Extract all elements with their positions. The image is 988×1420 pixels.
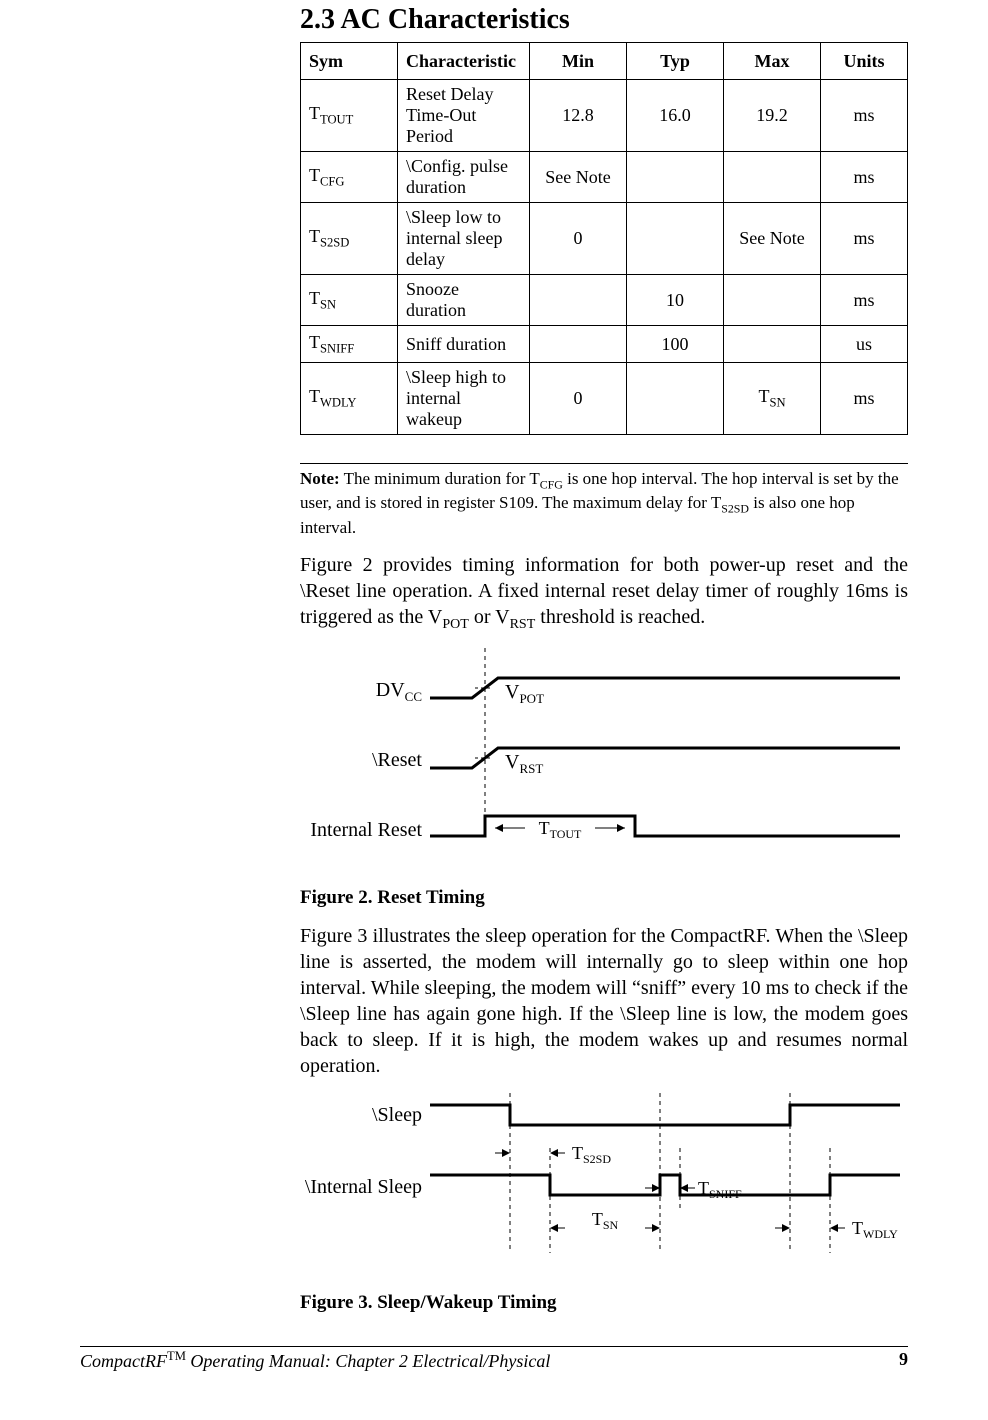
cell-min: [530, 326, 627, 363]
cell-min: 12.8: [530, 80, 627, 152]
figure-3-caption: Figure 3. Sleep/Wakeup Timing: [300, 1292, 908, 1314]
cell-sym: TSNIFF: [301, 326, 398, 363]
cell-typ: 100: [627, 326, 724, 363]
cell-typ: [627, 152, 724, 203]
footer-text: CompactRF: [80, 1351, 167, 1371]
cell-typ: [627, 363, 724, 435]
table-row: TSNIFFSniff duration 100 us: [301, 326, 908, 363]
col-max: Max: [724, 43, 821, 80]
cell-sym: TSN: [301, 275, 398, 326]
cell-sym: TCFG: [301, 152, 398, 203]
col-char: Characteristic: [398, 43, 530, 80]
svg-text:Internal Reset: Internal Reset: [310, 819, 422, 841]
page-footer: CompactRFTM Operating Manual: Chapter 2 …: [80, 1346, 908, 1372]
cell-max: TSN: [724, 363, 821, 435]
col-min: Min: [530, 43, 627, 80]
cell-characteristic: Sniff duration: [398, 326, 530, 363]
page-number: 9: [899, 1349, 908, 1372]
cell-max: [724, 326, 821, 363]
section-heading: 2.3 AC Characteristics: [300, 4, 908, 36]
cell-sym: TS2SD: [301, 203, 398, 275]
svg-text:VPOT: VPOT: [505, 681, 544, 706]
note-paragraph: Note: The minimum duration for TCFG is o…: [300, 463, 908, 538]
cell-max: See Note: [724, 203, 821, 275]
cell-characteristic: \Config. pulse duration: [398, 152, 530, 203]
svg-text:\Internal Sleep: \Internal Sleep: [305, 1176, 422, 1198]
svg-text:DVCC: DVCC: [376, 679, 422, 704]
svg-text:\Reset: \Reset: [372, 749, 422, 771]
para-sub: RST: [510, 617, 536, 632]
cell-characteristic: Snooze duration: [398, 275, 530, 326]
cell-units: ms: [821, 363, 908, 435]
paragraph-fig2-intro: Figure 2 provides timing information for…: [300, 552, 908, 634]
ac-characteristics-table: Sym Characteristic Min Typ Max Units TTO…: [300, 42, 908, 435]
note-text: The minimum duration for T: [340, 469, 540, 488]
cell-characteristic: \Sleep high to internal wakeup: [398, 363, 530, 435]
table-header-row: Sym Characteristic Min Typ Max Units: [301, 43, 908, 80]
figure-2-diagram: DVCC VPOT \Reset VRST Internal Reset TTO…: [300, 648, 908, 868]
note-sub: S2SD: [721, 502, 749, 516]
para-text: or V: [469, 606, 510, 628]
cell-typ: 10: [627, 275, 724, 326]
svg-text:TWDLY: TWDLY: [852, 1218, 898, 1241]
table-row: TSNSnooze duration 10 ms: [301, 275, 908, 326]
cell-units: ms: [821, 275, 908, 326]
para-text: threshold is reached.: [535, 606, 705, 628]
table-row: TWDLY\Sleep high to internal wakeup0 TSNm…: [301, 363, 908, 435]
footer-left: CompactRFTM Operating Manual: Chapter 2 …: [80, 1349, 550, 1372]
cell-sym: TTOUT: [301, 80, 398, 152]
cell-characteristic: \Sleep low to internal sleep delay: [398, 203, 530, 275]
cell-units: ms: [821, 80, 908, 152]
paragraph-fig3-intro: Figure 3 illustrates the sleep operation…: [300, 923, 908, 1079]
figure-3-diagram: \Sleep TS2SD \Internal Sleep TSNIFF TSN: [300, 1093, 908, 1273]
note-sub: CFG: [540, 477, 563, 491]
svg-text:VRST: VRST: [505, 751, 543, 776]
cell-units: ms: [821, 152, 908, 203]
cell-typ: [627, 203, 724, 275]
svg-text:TTOUT: TTOUT: [539, 818, 582, 841]
cell-min: 0: [530, 203, 627, 275]
col-sym: Sym: [301, 43, 398, 80]
figure-2-caption: Figure 2. Reset Timing: [300, 887, 908, 909]
cell-max: [724, 152, 821, 203]
cell-min: 0: [530, 363, 627, 435]
para-sub: POT: [442, 617, 468, 632]
cell-sym: TWDLY: [301, 363, 398, 435]
cell-units: ms: [821, 203, 908, 275]
svg-text:\Sleep: \Sleep: [372, 1104, 422, 1126]
svg-text:TSN: TSN: [592, 1209, 619, 1232]
cell-min: See Note: [530, 152, 627, 203]
cell-typ: 16.0: [627, 80, 724, 152]
footer-text: Operating Manual: Chapter 2 Electrical/P…: [186, 1351, 550, 1371]
table-row: TCFG\Config. pulse durationSee Note ms: [301, 152, 908, 203]
cell-max: [724, 275, 821, 326]
svg-text:TSNIFF: TSNIFF: [698, 1178, 742, 1201]
cell-characteristic: Reset Delay Time-Out Period: [398, 80, 530, 152]
col-units: Units: [821, 43, 908, 80]
table-row: TS2SD\Sleep low to internal sleep delay0…: [301, 203, 908, 275]
footer-sup: TM: [167, 1349, 186, 1363]
col-typ: Typ: [627, 43, 724, 80]
cell-units: us: [821, 326, 908, 363]
cell-min: [530, 275, 627, 326]
table-row: TTOUTReset Delay Time-Out Period12.816.0…: [301, 80, 908, 152]
note-lead: Note:: [300, 469, 340, 488]
cell-max: 19.2: [724, 80, 821, 152]
svg-text:TS2SD: TS2SD: [572, 1143, 611, 1166]
